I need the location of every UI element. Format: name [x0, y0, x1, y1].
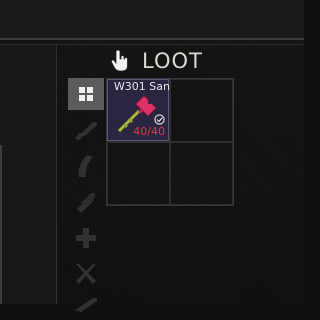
check-icon: [154, 114, 165, 125]
tools-icon: [76, 264, 96, 284]
grid-cell[interactable]: [170, 79, 233, 142]
top-divider: [0, 38, 304, 40]
left-panel-inner-line: [0, 145, 2, 304]
grid-icon: [79, 87, 93, 101]
loot-item[interactable]: W301 San 40/40: [107, 79, 170, 141]
left-panel: [0, 45, 57, 304]
item-name: W301 San: [113, 80, 170, 93]
loot-header: LOOT: [110, 48, 203, 74]
item-count: 40/40: [133, 125, 165, 138]
tab-weapons[interactable]: [68, 114, 104, 146]
top-bar: [0, 0, 304, 38]
tab-ammo[interactable]: [68, 186, 104, 218]
hand-cursor-icon: [110, 50, 128, 72]
ammo-icon: [77, 193, 95, 213]
tab-all[interactable]: [68, 78, 104, 110]
left-panel-edge: [56, 45, 57, 304]
grid-cell[interactable]: [107, 142, 170, 205]
tab-medical[interactable]: [68, 222, 104, 254]
grid-cell[interactable]: [170, 142, 233, 205]
loot-title: LOOT: [142, 49, 203, 73]
loot-category-tabs: [68, 78, 104, 312]
tab-tools[interactable]: [68, 258, 104, 290]
key-icon: [75, 298, 97, 312]
tab-magazines[interactable]: [68, 150, 104, 182]
magazine-icon: [78, 155, 93, 177]
tab-keys[interactable]: [68, 288, 104, 320]
rifle-icon: [75, 122, 97, 140]
medical-icon: [76, 228, 96, 248]
